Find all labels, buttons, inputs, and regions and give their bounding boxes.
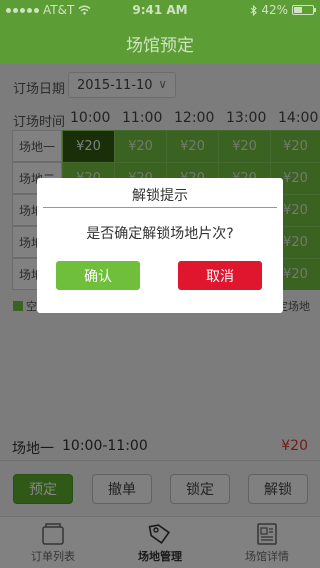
battery-icon	[292, 5, 316, 15]
status-bar: AT&T 9:41 AM 42%	[0, 0, 320, 20]
confirm-button[interactable]: 确认	[56, 261, 140, 290]
cancel-button[interactable]: 取消	[178, 261, 262, 290]
unlock-dialog: 解锁提示 是否确定解锁场地片次? 确认 取消	[37, 178, 283, 313]
header: AT&T 9:41 AM 42% 场馆预定	[0, 0, 320, 64]
bluetooth-icon	[250, 4, 258, 16]
modal-overlay[interactable]	[0, 64, 320, 568]
dialog-title: 解锁提示	[132, 188, 188, 204]
dialog-message: 是否确定解锁场地片次?	[86, 226, 234, 242]
battery-percent: 42%	[261, 3, 288, 17]
page-title: 场馆预定	[126, 36, 194, 56]
dialog-divider	[43, 207, 277, 208]
